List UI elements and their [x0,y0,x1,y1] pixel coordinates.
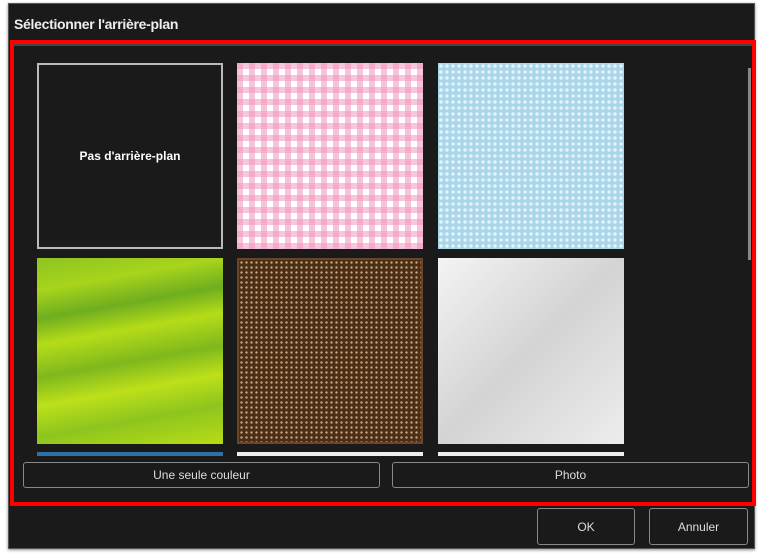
photo-button[interactable]: Photo [392,462,749,488]
dialog-title: Sélectionner l'arrière-plan [14,16,179,32]
cancel-button[interactable]: Annuler [649,508,748,545]
background-pink-gingham-tile[interactable] [237,63,423,249]
background-tile-partial[interactable] [37,452,223,456]
single-color-button[interactable]: Une seule couleur [23,462,380,488]
background-none-tile[interactable]: Pas d'arrière-plan [37,63,223,249]
background-brown-dots-tile[interactable] [237,258,423,444]
background-tile-partial[interactable] [237,452,423,456]
background-green-waves-tile[interactable] [37,258,223,444]
scrollbar[interactable] [748,68,751,260]
ok-button[interactable]: OK [537,508,635,545]
background-silver-tile[interactable] [438,258,624,444]
background-blue-dots-tile[interactable] [438,63,624,249]
background-none-label: Pas d'arrière-plan [79,149,181,163]
background-tile-partial[interactable] [438,452,624,456]
